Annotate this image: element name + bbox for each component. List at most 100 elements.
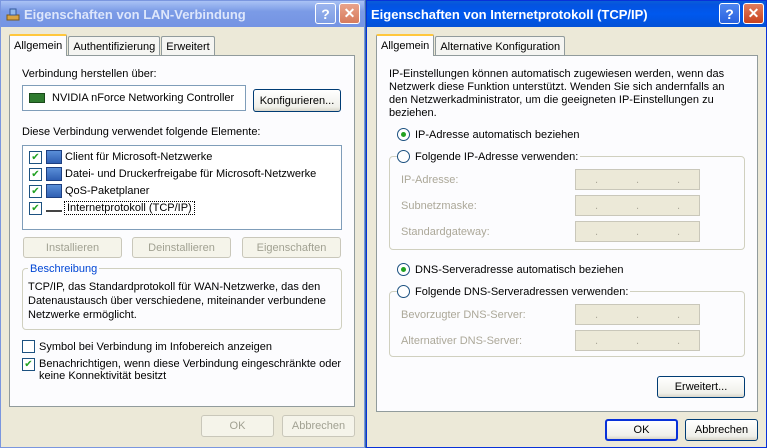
dns-auto-radio[interactable]: DNS-Serveradresse automatisch beziehen [397, 263, 624, 276]
file-printer-sharing-icon [46, 167, 62, 181]
description-text-3: Netzwerke ermöglicht. [28, 309, 137, 321]
tab-allgemein[interactable]: Allgemein [376, 34, 435, 56]
tcpip-properties-window: Eigenschaften von Internetprotokoll (TCP… [366, 0, 767, 448]
ip-dot-separator: . [635, 334, 640, 347]
components-list: ✔ Client für Microsoft-Netzwerke ✔ Datei… [22, 145, 342, 230]
subnet-field[interactable]: ... [575, 195, 700, 216]
ip-auto-radio[interactable]: IP-Adresse automatisch beziehen [397, 128, 579, 141]
tab-authentifizierung[interactable]: Authentifizierung [68, 36, 161, 56]
close-button[interactable]: ✕ [743, 3, 764, 24]
notify-label-line2: keine Konnektivität besitzt [39, 370, 167, 382]
notify-option[interactable]: ✔ Benachrichtigen, wenn diese Verbindung… [22, 358, 341, 382]
alternate-dns-field[interactable]: ... [575, 330, 700, 351]
show-icon-label: Symbol bei Verbindung im Infobereich anz… [39, 340, 272, 353]
tab-allgemein[interactable]: Allgemein [9, 34, 68, 56]
advanced-button[interactable]: Erweitert... [657, 376, 745, 398]
notify-checkbox[interactable]: ✔ [22, 358, 35, 371]
list-item[interactable]: ✔ Client für Microsoft-Netzwerke [29, 149, 212, 165]
checkbox[interactable]: ✔ [29, 150, 42, 164]
tab-alternative-konfiguration[interactable]: Alternative Konfiguration [435, 36, 566, 56]
tcpip-titlebar[interactable]: Eigenschaften von Internetprotokoll (TCP… [367, 1, 766, 27]
radio-button[interactable] [397, 263, 410, 276]
checkbox[interactable]: ✔ [29, 167, 42, 181]
help-button[interactable]: ? [719, 3, 740, 24]
list-item[interactable]: ✔ Internetprotokoll (TCP/IP) [29, 200, 195, 216]
close-button[interactable]: ✕ [339, 3, 360, 24]
dns-auto-label: DNS-Serveradresse automatisch beziehen [415, 263, 624, 276]
ip-dot-separator: . [676, 225, 681, 238]
ip-dot-separator: . [635, 308, 640, 321]
ip-dot-separator: . [594, 308, 599, 321]
notify-label-line1: Benachrichtigen, wenn diese Verbindung e… [39, 358, 342, 370]
help-button[interactable]: ? [315, 3, 336, 24]
list-item[interactable]: ✔ QoS-Paketplaner [29, 183, 149, 199]
ip-dot-separator: . [594, 199, 599, 212]
gateway-label: Standardgateway: [401, 226, 490, 238]
checkbox[interactable]: ✔ [29, 184, 42, 198]
list-item-label: Datei- und Druckerfreigabe für Microsoft… [65, 168, 317, 180]
ok-button[interactable]: OK [605, 419, 678, 441]
components-label: Diese Verbindung verwendet folgende Elem… [22, 126, 261, 138]
preferred-dns-label: Bevorzugter DNS-Server: [401, 309, 526, 321]
protocol-icon [46, 204, 62, 212]
ip-dot-separator: . [594, 225, 599, 238]
intro-text-1: IP-Einstellungen können automatisch zuge… [389, 68, 725, 80]
qos-scheduler-icon [46, 184, 62, 198]
description-title: Beschreibung [28, 263, 100, 275]
lan-properties-window: Eigenschaften von LAN-Verbindung ? ✕ All… [0, 0, 365, 448]
network-adapter-icon [29, 93, 45, 103]
ok-button[interactable]: OK [201, 415, 274, 437]
radio-button[interactable] [397, 285, 410, 298]
adapter-name: NVIDIA nForce Networking Controller [52, 92, 235, 104]
description-text-2: Datenaustausch über verschiedene, mitein… [28, 295, 326, 307]
ip-dot-separator: . [635, 199, 640, 212]
ip-dot-separator: . [676, 334, 681, 347]
list-item-label: Client für Microsoft-Netzwerke [65, 151, 213, 163]
ip-dot-separator: . [676, 173, 681, 186]
list-item-label: Internetprotokoll (TCP/IP) [64, 201, 195, 215]
cancel-button[interactable]: Abbrechen [282, 415, 355, 437]
adapter-box: NVIDIA nForce Networking Controller [22, 85, 246, 111]
ip-dot-separator: . [676, 308, 681, 321]
radio-button[interactable] [397, 128, 410, 141]
ip-address-label: IP-Adresse: [401, 174, 459, 186]
ip-dot-separator: . [594, 173, 599, 186]
ip-manual-radio[interactable]: Folgende IP-Adresse verwenden: [397, 150, 581, 163]
preferred-dns-field[interactable]: ... [575, 304, 700, 325]
radio-button[interactable] [397, 150, 410, 163]
gateway-field[interactable]: ... [575, 221, 700, 242]
connect-using-label: Verbindung herstellen über: [22, 68, 157, 80]
show-icon-option[interactable]: Symbol bei Verbindung im Infobereich anz… [22, 340, 272, 353]
configure-button[interactable]: Konfigurieren... [253, 89, 341, 112]
ip-dot-separator: . [635, 173, 640, 186]
intro-text-2: Netzwerk diese Funktion unterstützt. Wen… [389, 81, 725, 93]
network-connection-icon [5, 6, 21, 22]
general-tab-panel: Verbindung herstellen über: NVIDIA nForc… [9, 55, 355, 407]
ip-dot-separator: . [676, 199, 681, 212]
intro-text-4: beziehen. [389, 107, 437, 119]
subnet-label: Subnetzmaske: [401, 200, 477, 212]
cancel-button[interactable]: Abbrechen [685, 419, 758, 441]
dns-manual-radio[interactable]: Folgende DNS-Serveradressen verwenden: [397, 285, 631, 298]
ip-manual-label: Folgende IP-Adresse verwenden: [415, 150, 579, 163]
client-network-icon [46, 150, 62, 164]
uninstall-button[interactable]: Deinstallieren [132, 237, 231, 258]
alternate-dns-label: Alternativer DNS-Server: [401, 335, 523, 347]
install-button[interactable]: Installieren [23, 237, 122, 258]
ip-address-field[interactable]: ... [575, 169, 700, 190]
ip-dot-separator: . [594, 334, 599, 347]
show-icon-checkbox[interactable] [22, 340, 35, 353]
lan-titlebar[interactable]: Eigenschaften von LAN-Verbindung ? ✕ [1, 1, 364, 27]
checkbox[interactable]: ✔ [29, 201, 42, 215]
lan-window-title: Eigenschaften von LAN-Verbindung [24, 6, 246, 22]
tcpip-window-title: Eigenschaften von Internetprotokoll (TCP… [371, 6, 648, 22]
ip-dot-separator: . [635, 225, 640, 238]
tcpip-general-panel: IP-Einstellungen können automatisch zuge… [376, 55, 758, 412]
intro-text-3: den Netzwerkadministrator, um die geeign… [389, 94, 714, 106]
ip-auto-label: IP-Adresse automatisch beziehen [415, 128, 580, 141]
list-item[interactable]: ✔ Datei- und Druckerfreigabe für Microso… [29, 166, 316, 182]
properties-button[interactable]: Eigenschaften [242, 237, 341, 258]
tab-erweitert[interactable]: Erweitert [161, 36, 215, 56]
description-text-1: TCP/IP, das Standardprotokoll für WAN-Ne… [28, 281, 321, 293]
list-item-label: QoS-Paketplaner [65, 185, 150, 197]
